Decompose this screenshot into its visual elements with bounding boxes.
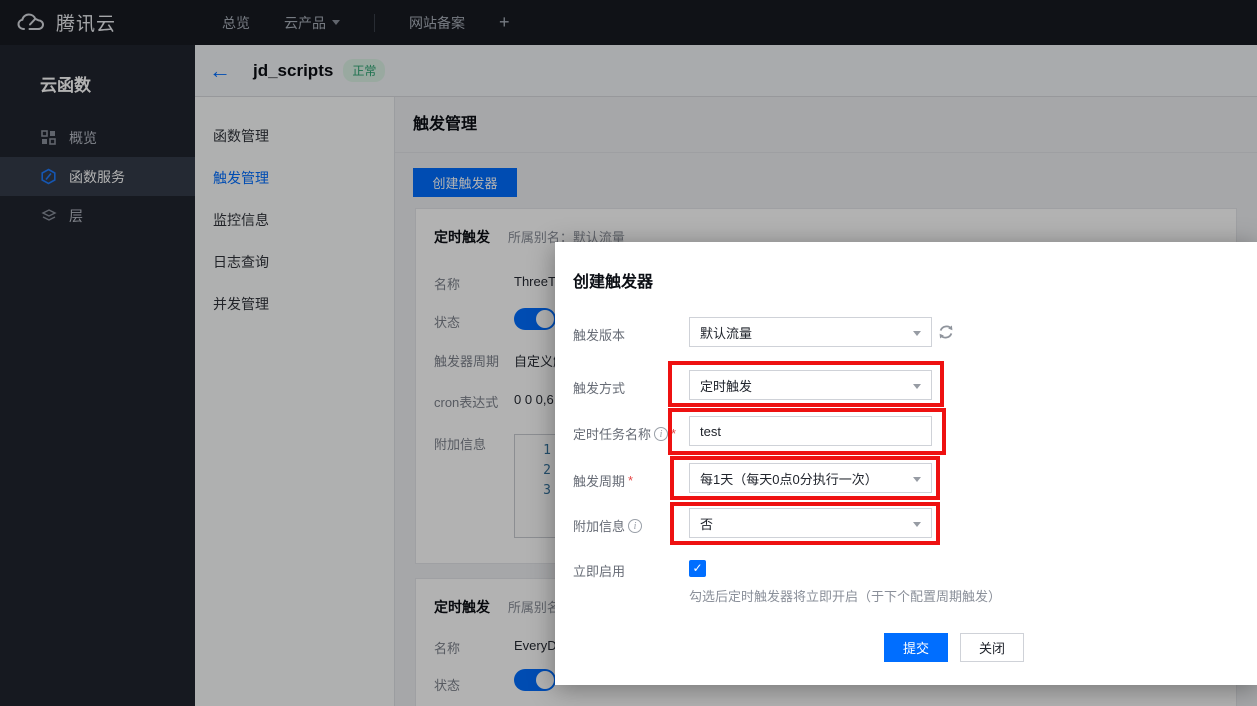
field-label: 附加信息 i — [573, 516, 642, 535]
chevron-down-icon — [913, 384, 921, 389]
trigger-version-select[interactable]: 默认流量 — [689, 317, 932, 347]
chevron-down-icon — [913, 331, 921, 336]
extra-info-select[interactable]: 否 — [689, 508, 932, 538]
refresh-icon[interactable] — [936, 322, 956, 342]
submit-button[interactable]: 提交 — [884, 633, 948, 662]
required-asterisk: * — [671, 426, 676, 441]
field-label: 定时任务名称 i * — [573, 424, 676, 443]
enable-now-checkbox[interactable]: ✓ — [689, 560, 706, 577]
info-icon: i — [628, 519, 642, 533]
field-label: 触发周期 * — [573, 471, 633, 490]
close-button[interactable]: 关闭 — [960, 633, 1024, 662]
create-trigger-dialog: 创建触发器 触发版本 默认流量 触发方式 定时触发 定时任务名称 i * tes… — [555, 242, 1257, 685]
enable-note: 勾选后定时触发器将立即开启（于下个配置周期触发） — [689, 586, 1001, 605]
info-icon: i — [654, 427, 668, 441]
dialog-title: 创建触发器 — [573, 268, 653, 292]
field-label: 立即启用 — [573, 561, 625, 580]
required-asterisk: * — [628, 473, 633, 488]
app-window: 腾讯云 总览 云产品 网站备案 + 云函数 概览 函数服务 — [0, 0, 1257, 706]
task-name-input[interactable]: test — [689, 416, 932, 446]
trigger-cycle-select[interactable]: 每1天（每天0点0分执行一次） — [689, 463, 932, 493]
field-label: 触发方式 — [573, 378, 625, 397]
field-label: 触发版本 — [573, 325, 625, 344]
trigger-method-select[interactable]: 定时触发 — [689, 370, 932, 400]
chevron-down-icon — [913, 477, 921, 482]
chevron-down-icon — [913, 522, 921, 527]
